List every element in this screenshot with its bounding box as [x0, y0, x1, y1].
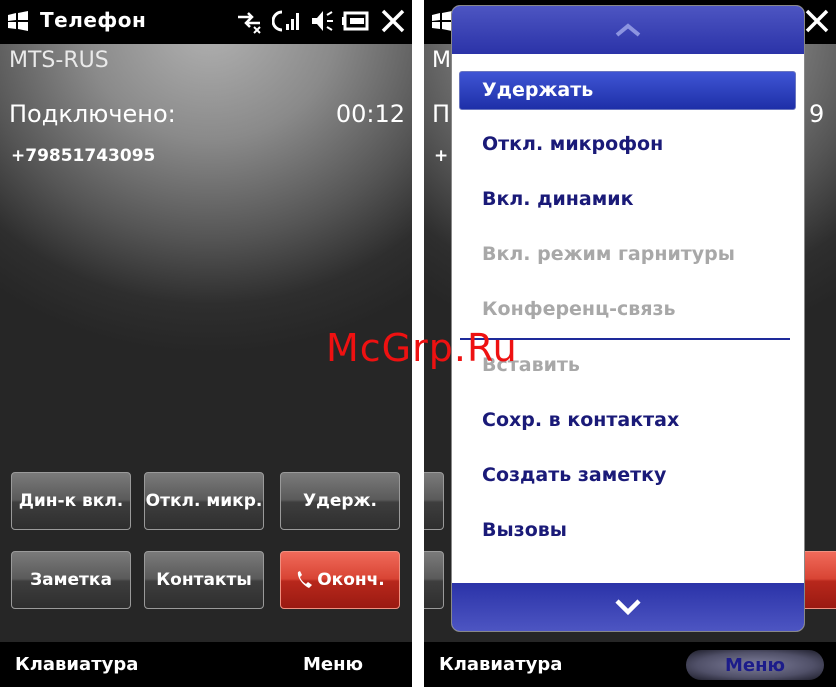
- call-state: Подключено:: [9, 100, 176, 128]
- soft-key-bar: Клавиатура Меню: [0, 642, 412, 687]
- phone-call-screen: Телефон MTS-RUS Подключено: 00:12 +79851…: [0, 0, 412, 687]
- status-bar: Телефон: [0, 0, 412, 44]
- menu-item-label: Удержать: [482, 79, 594, 101]
- menu-item-hold[interactable]: Удержать: [459, 71, 796, 110]
- close-icon[interactable]: [380, 8, 406, 34]
- menu-item-headset: Вкл. режим гарнитуры: [482, 243, 735, 265]
- operator-peek: M: [432, 48, 451, 73]
- end-call-label: Оконч.: [317, 570, 385, 590]
- phone-icon: [295, 570, 315, 590]
- note-button[interactable]: Заметка: [11, 551, 131, 609]
- menu-item-paste: Вставить: [482, 354, 580, 376]
- connectivity-icon[interactable]: [234, 8, 264, 34]
- menu-softkey[interactable]: Меню: [303, 654, 363, 675]
- windows-start-icon[interactable]: [6, 10, 30, 32]
- menu-item-conference: Конференц-связь: [482, 298, 676, 320]
- volume-icon[interactable]: [310, 8, 334, 34]
- call-state-peek: П: [432, 100, 451, 128]
- chevron-up-icon: [615, 23, 641, 37]
- menu-item-save-contact[interactable]: Сохр. в контактах: [482, 409, 679, 431]
- number-peek: +: [434, 146, 449, 166]
- call-options-menu: Удержать Откл. микрофон Вкл. динамик Вкл…: [451, 5, 805, 632]
- menu-item-mute[interactable]: Откл. микрофон: [482, 133, 663, 155]
- timer-peek: 9: [809, 100, 825, 128]
- battery-icon[interactable]: [342, 8, 372, 34]
- menu-separator: [460, 338, 790, 340]
- soft-key-bar: Клавиатура Меню: [424, 642, 836, 687]
- note-button[interactable]: [424, 551, 444, 609]
- phone-call-screen-menu-open: M П 9 + Удержать Откл. микрофон Вкл. дин…: [424, 0, 836, 687]
- operator-name: MTS-RUS: [9, 48, 109, 73]
- mute-button[interactable]: Откл. микр.: [144, 472, 264, 530]
- speaker-button[interactable]: [424, 472, 444, 530]
- menu-item-calls[interactable]: Вызовы: [482, 519, 567, 541]
- close-icon[interactable]: [804, 8, 830, 34]
- menu-item-create-note[interactable]: Создать заметку: [482, 464, 666, 486]
- call-timer: 00:12: [335, 100, 405, 128]
- hold-button[interactable]: Удерж.: [280, 472, 400, 530]
- menu-softkey-label: Меню: [724, 654, 786, 676]
- signal-icon[interactable]: [272, 8, 302, 34]
- keyboard-softkey[interactable]: Клавиатура: [439, 654, 562, 675]
- menu-item-speaker[interactable]: Вкл. динамик: [482, 188, 633, 210]
- menu-softkey[interactable]: Меню: [686, 650, 824, 680]
- chevron-down-icon: [615, 599, 641, 616]
- contacts-button[interactable]: Контакты: [144, 551, 264, 609]
- scroll-down-button[interactable]: [452, 583, 804, 631]
- app-title: Телефон: [40, 8, 147, 32]
- scroll-up-button[interactable]: [452, 6, 804, 54]
- speaker-button[interactable]: Дин-к вкл.: [11, 472, 131, 530]
- keyboard-softkey[interactable]: Клавиатура: [15, 654, 138, 675]
- phone-number: +79851743095: [11, 146, 156, 166]
- end-call-button[interactable]: Оконч.: [280, 551, 400, 609]
